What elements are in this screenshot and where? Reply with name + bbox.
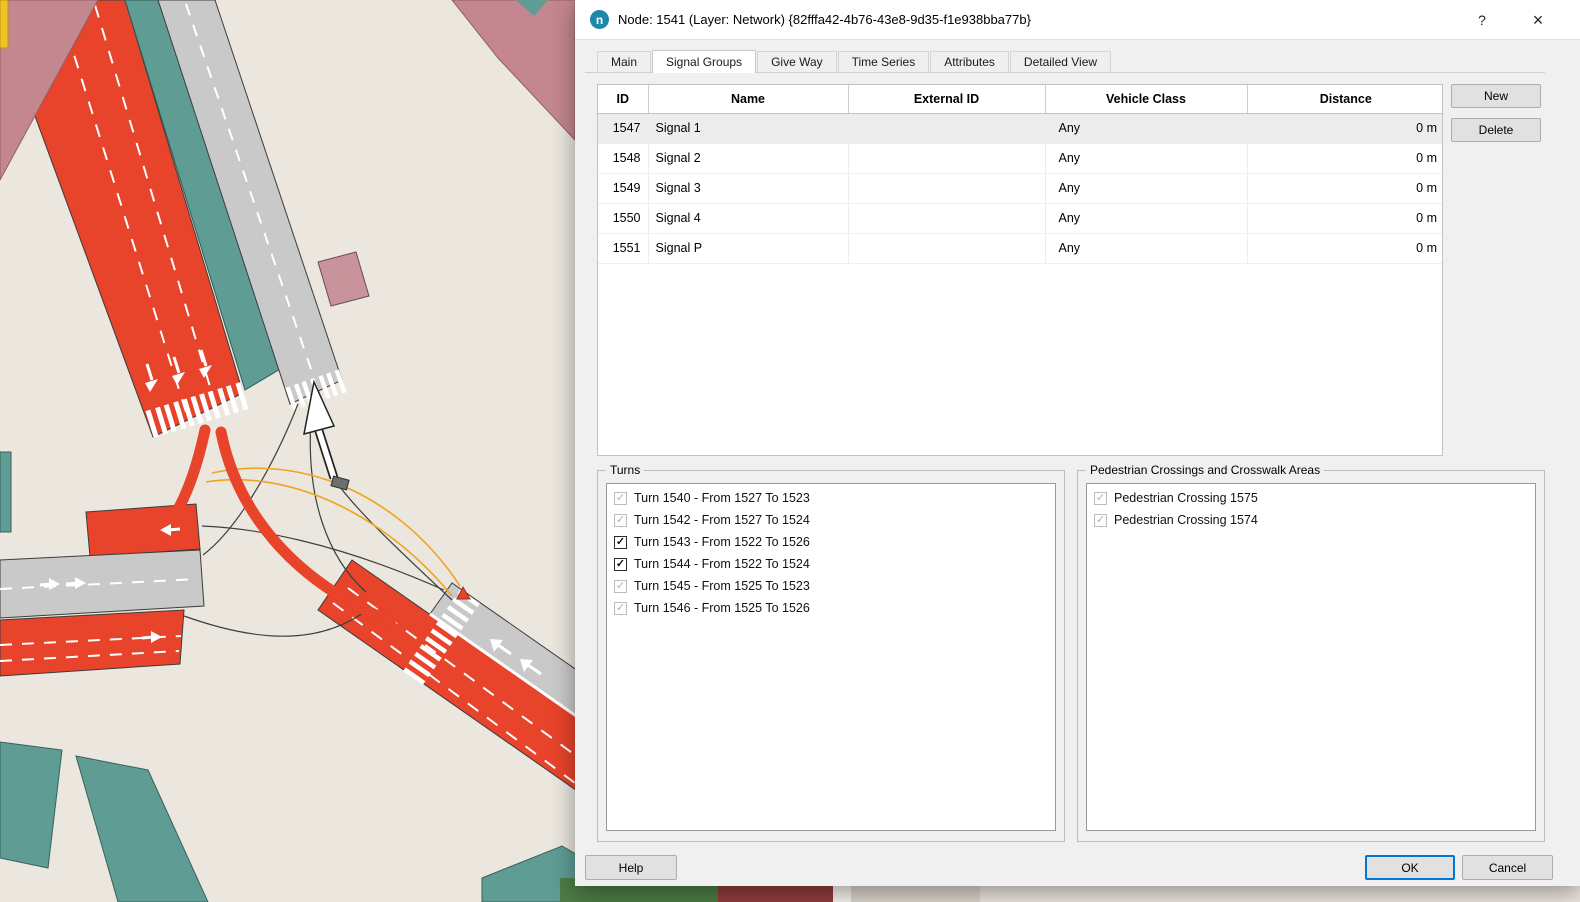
cell-vehicle-class: Any (1045, 233, 1247, 263)
cell-external-id (848, 143, 1045, 173)
cell-external-id (848, 203, 1045, 233)
road-west-gray (0, 550, 204, 618)
cell-vehicle-class: Any (1045, 113, 1247, 143)
cell-id: 1548 (598, 143, 648, 173)
table-header-row: ID Name External ID Vehicle Class Distan… (598, 85, 1443, 113)
col-header-external-id[interactable]: External ID (848, 85, 1045, 113)
node-dialog: n Node: 1541 (Layer: Network) {82fffa42-… (575, 0, 1580, 886)
cell-name: Signal 2 (648, 143, 848, 173)
table-row[interactable]: 1550 Signal 4 Any 0 m (598, 203, 1443, 233)
signal-groups-table[interactable]: ID Name External ID Vehicle Class Distan… (597, 84, 1443, 456)
col-header-vehicle-class[interactable]: Vehicle Class (1045, 85, 1247, 113)
tab-signal-groups[interactable]: Signal Groups (652, 50, 756, 73)
turns-groupbox: Turns ✓ Turn 1540 - From 1527 To 1523 ✓ … (597, 470, 1065, 842)
checkbox-checked-icon[interactable]: ✓ (614, 536, 627, 549)
pedestrian-crossings-groupbox: Pedestrian Crossings and Crosswalk Areas… (1077, 470, 1545, 842)
turn-item-label: Turn 1546 - From 1525 To 1526 (634, 601, 810, 615)
cell-id: 1549 (598, 173, 648, 203)
turn-item: ✓ Turn 1542 - From 1527 To 1524 (609, 509, 1053, 531)
new-button[interactable]: New (1451, 84, 1541, 108)
dialog-title: Node: 1541 (Layer: Network) {82fffa42-4b… (618, 12, 1031, 27)
cell-name: Signal 1 (648, 113, 848, 143)
tab-detailed-view[interactable]: Detailed View (1010, 51, 1111, 72)
turn-item-label: Turn 1540 - From 1527 To 1523 (634, 491, 810, 505)
cell-distance: 0 m (1247, 233, 1443, 263)
cell-external-id (848, 233, 1045, 263)
col-header-distance[interactable]: Distance (1247, 85, 1443, 113)
help-button[interactable]: Help (585, 855, 677, 880)
turns-listbox[interactable]: ✓ Turn 1540 - From 1527 To 1523 ✓ Turn 1… (606, 483, 1056, 831)
help-icon[interactable]: ? (1467, 6, 1497, 34)
cell-id: 1547 (598, 113, 648, 143)
table-row[interactable]: 1547 Signal 1 Any 0 m (598, 113, 1443, 143)
tab-attributes[interactable]: Attributes (930, 51, 1009, 72)
turn-item[interactable]: ✓ Turn 1543 - From 1522 To 1526 (609, 531, 1053, 553)
cell-vehicle-class: Any (1045, 203, 1247, 233)
cell-name: Signal 3 (648, 173, 848, 203)
table-row[interactable]: 1548 Signal 2 Any 0 m (598, 143, 1443, 173)
checkbox-checked-icon: ✓ (614, 580, 627, 593)
checkbox-checked-icon: ✓ (1094, 492, 1107, 505)
pedestrian-crossings-groupbox-label: Pedestrian Crossings and Crosswalk Areas (1086, 463, 1324, 477)
cell-vehicle-class: Any (1045, 143, 1247, 173)
turn-item-label: Turn 1545 - From 1525 To 1523 (634, 579, 810, 593)
close-icon[interactable]: × (1523, 6, 1553, 34)
cell-distance: 0 m (1247, 173, 1443, 203)
cell-name: Signal P (648, 233, 848, 263)
turn-item: ✓ Turn 1546 - From 1525 To 1526 (609, 597, 1053, 619)
crossing-item: ✓ Pedestrian Crossing 1575 (1089, 487, 1533, 509)
table-row[interactable]: 1551 Signal P Any 0 m (598, 233, 1443, 263)
table-row[interactable]: 1549 Signal 3 Any 0 m (598, 173, 1443, 203)
cell-external-id (848, 113, 1045, 143)
cell-distance: 0 m (1247, 113, 1443, 143)
checkbox-checked-icon[interactable]: ✓ (614, 558, 627, 571)
tab-time-series[interactable]: Time Series (838, 51, 930, 72)
app-stage: n Node: 1541 (Layer: Network) {82fffa42-… (0, 0, 1580, 902)
cell-external-id (848, 173, 1045, 203)
delete-button[interactable]: Delete (1451, 118, 1541, 142)
dialog-titlebar[interactable]: n Node: 1541 (Layer: Network) {82fffa42-… (575, 0, 1580, 40)
crossing-item-label: Pedestrian Crossing 1574 (1114, 513, 1258, 527)
turn-item: ✓ Turn 1540 - From 1527 To 1523 (609, 487, 1053, 509)
road-west-red-a (86, 504, 200, 557)
cell-id: 1550 (598, 203, 648, 233)
checkbox-checked-icon: ✓ (614, 492, 627, 505)
cell-id: 1551 (598, 233, 648, 263)
node-app-icon: n (590, 10, 609, 29)
crossing-item-label: Pedestrian Crossing 1575 (1114, 491, 1258, 505)
col-header-id[interactable]: ID (598, 85, 648, 113)
checkbox-checked-icon: ✓ (1094, 514, 1107, 527)
cell-distance: 0 m (1247, 143, 1443, 173)
ok-button[interactable]: OK (1365, 855, 1455, 880)
tab-give-way[interactable]: Give Way (757, 51, 837, 72)
cell-name: Signal 4 (648, 203, 848, 233)
turn-item: ✓ Turn 1545 - From 1525 To 1523 (609, 575, 1053, 597)
col-header-name[interactable]: Name (648, 85, 848, 113)
turn-item[interactable]: ✓ Turn 1544 - From 1522 To 1524 (609, 553, 1053, 575)
checkbox-checked-icon: ✓ (614, 602, 627, 615)
pedestrian-crossings-listbox[interactable]: ✓ Pedestrian Crossing 1575 ✓ Pedestrian … (1086, 483, 1536, 831)
tab-bar: Main Signal Groups Give Way Time Series … (585, 50, 1545, 73)
cancel-button[interactable]: Cancel (1462, 855, 1553, 880)
turn-item-label: Turn 1542 - From 1527 To 1524 (634, 513, 810, 527)
crossing-item: ✓ Pedestrian Crossing 1574 (1089, 509, 1533, 531)
tab-main[interactable]: Main (597, 51, 651, 72)
turns-groupbox-label: Turns (606, 463, 644, 477)
turn-item-label: Turn 1543 - From 1522 To 1526 (634, 535, 810, 549)
turn-item-label: Turn 1544 - From 1522 To 1524 (634, 557, 810, 571)
cell-vehicle-class: Any (1045, 173, 1247, 203)
checkbox-checked-icon: ✓ (614, 514, 627, 527)
cell-distance: 0 m (1247, 203, 1443, 233)
highlight-strip (0, 0, 8, 48)
